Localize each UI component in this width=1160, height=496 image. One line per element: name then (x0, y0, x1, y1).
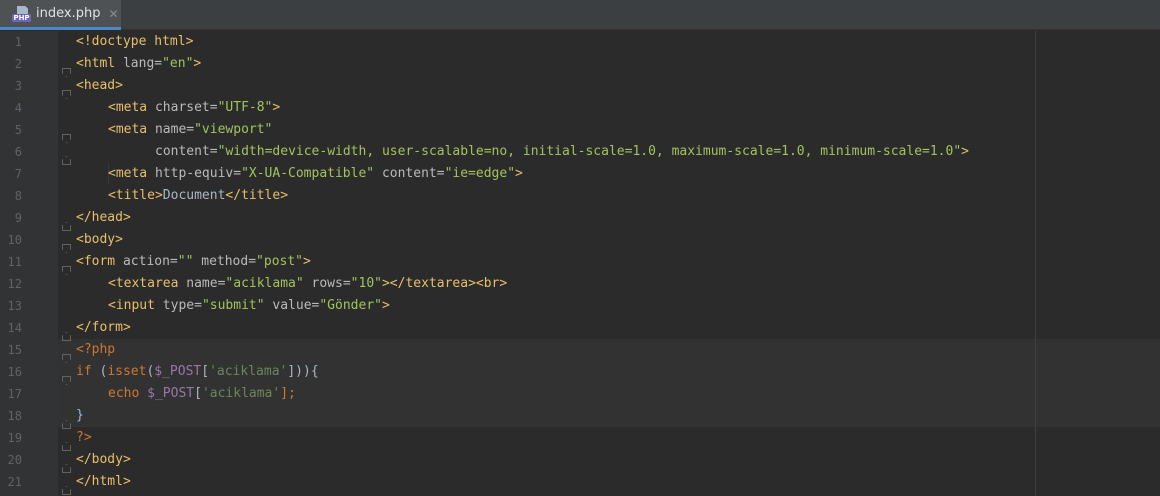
tab-label: index.php (36, 6, 101, 21)
line-number: 9 (14, 211, 22, 225)
code-line-13[interactable]: <input type="submit" value="Gönder"> (108, 295, 390, 317)
code-line-7[interactable]: <meta http-equiv="X-UA-Compatible" conte… (108, 163, 523, 185)
line-number: 16 (7, 365, 22, 379)
code-line-12[interactable]: <textarea name="aciklama" rows="10"></te… (108, 273, 507, 295)
php-file-icon: PHP (12, 5, 32, 22)
line-number: 14 (7, 321, 22, 335)
code-line-9[interactable]: </head> (76, 207, 131, 229)
code-line-16[interactable]: if (isset($_POST['aciklama'])){ (76, 361, 319, 383)
code-line-17[interactable]: echo $_POST['aciklama']; (108, 383, 296, 405)
line-number: 18 (7, 409, 22, 423)
fold-head-end-icon[interactable] (62, 222, 71, 231)
code-line-4[interactable]: <meta charset="UTF-8"> (108, 97, 280, 119)
code-line-11[interactable]: <form action="" method="post"> (76, 251, 311, 273)
fold-meta-end-icon[interactable] (62, 156, 71, 165)
line-number: 1 (14, 35, 22, 49)
code-line-18[interactable]: } (76, 405, 84, 427)
line-number: 20 (7, 453, 22, 467)
line-number: 6 (14, 145, 22, 159)
code-line-1[interactable]: <!doctype html> (76, 31, 193, 53)
line-number: 5 (14, 123, 22, 137)
line-number: 11 (7, 255, 22, 269)
fold-body-end-icon[interactable] (62, 464, 71, 473)
line-number: 17 (7, 387, 22, 401)
right-margin-guide (1035, 31, 1036, 496)
line-number: 7 (14, 167, 22, 181)
fold-meta-icon[interactable] (62, 134, 71, 143)
line-number: 13 (7, 299, 22, 313)
code-line-14[interactable]: </form> (76, 317, 131, 339)
line-number: 12 (7, 277, 22, 291)
code-line-10[interactable]: <body> (76, 229, 123, 251)
code-line-20[interactable]: </body> (76, 449, 131, 471)
fold-form-icon[interactable] (62, 266, 71, 275)
line-number: 8 (14, 189, 22, 203)
code-line-5[interactable]: <meta name="viewport" (108, 119, 272, 141)
editor-tab-bar: PHP index.php ✕ (0, 0, 1160, 30)
code-line-3[interactable]: <head> (76, 75, 123, 97)
line-number: 3 (14, 79, 22, 93)
code-line-15[interactable]: <?php (76, 339, 115, 361)
fold-html-icon[interactable] (62, 68, 71, 77)
code-line-19[interactable]: ?> (76, 427, 92, 449)
fold-body-icon[interactable] (62, 244, 71, 253)
line-number: 19 (7, 431, 22, 445)
code-line-8[interactable]: <title>Document</title> (108, 185, 288, 207)
code-line-6[interactable]: content="width=device-width, user-scalab… (155, 141, 969, 163)
code-line-21[interactable]: </html> (76, 471, 131, 493)
fold-php-end-icon[interactable] (62, 442, 71, 451)
fold-form-end-icon[interactable] (62, 332, 71, 341)
code-editor[interactable]: 1 2 3 4 5 6 7 8 9 10 11 12 13 14 15 16 17 18 19 20 21 <!doct… (0, 31, 1160, 496)
fold-html-end-icon[interactable] (62, 486, 71, 495)
line-number: 4 (14, 101, 22, 115)
line-number: 10 (7, 233, 22, 247)
tab-index-php[interactable]: PHP index.php ✕ (0, 0, 121, 30)
line-number: 15 (7, 343, 22, 357)
line-number: 2 (14, 57, 22, 71)
close-icon[interactable]: ✕ (108, 7, 118, 21)
fold-head-icon[interactable] (62, 90, 71, 99)
line-number: 21 (7, 475, 22, 489)
code-line-2[interactable]: <html lang="en"> (76, 53, 201, 75)
